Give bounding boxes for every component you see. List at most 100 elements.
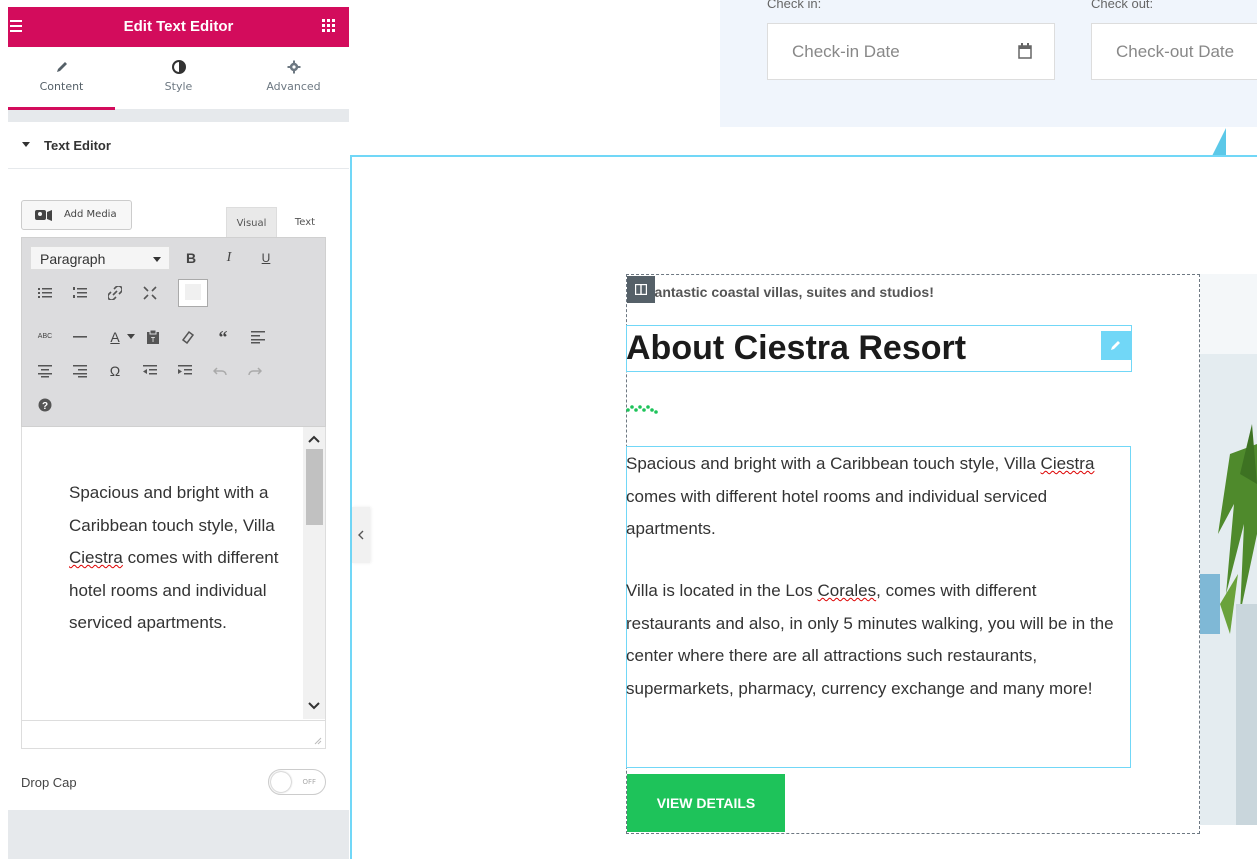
editor-content-area[interactable]: Spacious and bright with a Caribbean tou… [21,427,326,721]
add-media-label: Add Media [64,209,117,220]
paragraph-text: comes with different hotel rooms and ind… [626,486,1048,539]
svg-text:?: ? [42,401,48,412]
panel-header: Edit Text Editor [8,7,349,47]
svg-text:T: T [151,337,156,344]
resize-grip-icon[interactable] [314,737,322,745]
chevron-down-icon [153,257,161,262]
indent-button[interactable] [174,360,196,382]
toggle-knob [271,772,291,792]
redo-button[interactable] [244,360,266,382]
scrollbar-thumb[interactable] [306,449,323,525]
view-details-button[interactable]: VIEW DETAILS [627,774,785,832]
column-handle[interactable] [627,276,655,303]
section-toggle-text-editor[interactable]: Text Editor [8,122,349,169]
edit-widget-button[interactable] [1101,331,1131,360]
chevron-up-icon [308,435,320,443]
panel-footer-area [8,810,349,859]
paste-text-button[interactable]: T [142,326,164,348]
checkout-date-field[interactable]: Check-out Date [1091,23,1257,80]
paragraph-text: Villa is located in the Los [626,581,818,600]
toolbar-toggle-button[interactable] [178,279,208,307]
spellcheck-button[interactable]: ABC [34,326,56,348]
editor-scrollbar[interactable] [303,427,325,719]
align-right-button[interactable] [69,360,91,382]
align-left-button[interactable] [247,326,269,348]
widgets-grid-icon[interactable] [322,19,336,33]
undo-button[interactable] [209,360,231,382]
align-center-icon [38,365,52,378]
gear-icon [287,60,300,74]
toggle-state: OFF [302,778,316,786]
text-color-button[interactable]: A [104,326,126,348]
add-media-button[interactable]: Add Media [21,200,132,230]
clipboard-icon: T [147,330,159,344]
panel-title: Edit Text Editor [123,18,234,35]
text-color-dropdown[interactable] [125,326,137,348]
kitchen-sink-icon [185,284,201,300]
help-icon: ? [38,398,52,412]
blockquote-button[interactable]: “ [212,326,234,348]
numbered-list-icon [73,287,87,298]
body-paragraph-2: Villa is located in the Los Corales, com… [626,575,1126,705]
misspelled-word: Corales [817,581,877,600]
link-button[interactable] [104,282,126,304]
underline-button[interactable]: U [255,247,277,269]
contrast-icon [171,60,186,74]
tab-style[interactable]: Style [125,47,232,110]
bullet-list-icon [38,288,52,298]
collapse-panel-button[interactable] [352,507,370,563]
outdent-button[interactable] [139,360,161,382]
tab-content-label: Content [39,80,84,93]
outdent-icon [143,365,157,375]
editor-text-part: Spacious and bright with a Caribbean tou… [69,483,275,535]
tab-advanced[interactable]: Advanced [240,47,347,110]
redo-icon [248,367,262,376]
format-select[interactable]: Paragraph [30,246,170,270]
misspelled-word: Ciestra [1040,454,1095,473]
align-center-button[interactable] [34,360,56,382]
bullet-list-button[interactable] [34,282,56,304]
paragraph-text: Spacious and bright with a Caribbean tou… [626,454,1041,473]
media-icon [35,210,52,221]
page-heading: About Ciestra Resort [626,329,967,367]
tab-advanced-label: Advanced [266,80,321,93]
booking-bar: Check in: Check out: Check-in Date Check… [720,0,1257,127]
pencil-icon [56,62,67,72]
scroll-down-button[interactable] [303,695,325,715]
drop-cap-label: Drop Cap [21,775,77,790]
panel-tabs: Content Style Advanced [8,47,349,110]
misspelled-word: Ciestra [69,548,123,567]
body-paragraph-1: Spacious and bright with a Caribbean tou… [626,448,1126,546]
editor-paragraph: Spacious and bright with a Caribbean tou… [69,477,299,640]
indent-icon [178,365,192,375]
column-icon [635,284,647,295]
numbered-list-button[interactable] [69,282,91,304]
chevron-left-icon [358,530,364,540]
keyboard-shortcuts-button[interactable]: ? [34,394,56,416]
undo-icon [213,367,227,376]
pencil-icon [1111,341,1120,350]
tab-text[interactable]: Text [284,207,326,237]
editor-window: Edit Text Editor Content Style Advanced [0,0,1257,859]
scroll-up-button[interactable] [303,429,325,449]
tinymce-toolbar: Paragraph B I U ABC A T “ Ω ? [21,237,326,427]
fullscreen-button[interactable] [139,282,161,304]
expand-icon [143,286,157,300]
panel-divider [8,110,349,122]
link-icon [108,286,122,300]
italic-button[interactable]: I [218,247,240,269]
align-left-icon [251,331,265,344]
drop-cap-toggle[interactable]: OFF [268,769,326,795]
clear-formatting-button[interactable] [177,326,199,348]
tab-visual[interactable]: Visual [226,207,277,237]
horizontal-line-button[interactable] [69,326,91,348]
tagline-text: Fantastic coastal villas, suites and stu… [646,284,934,300]
checkin-date-field[interactable]: Check-in Date [767,23,1055,80]
caret-down-icon [127,334,135,339]
bold-button[interactable]: B [180,247,202,269]
special-character-button[interactable]: Ω [104,360,126,382]
chevron-down-icon [308,702,320,710]
tab-content[interactable]: Content [8,47,115,110]
decorative-corner [1212,128,1226,156]
checkin-label: Check in: [767,0,822,11]
